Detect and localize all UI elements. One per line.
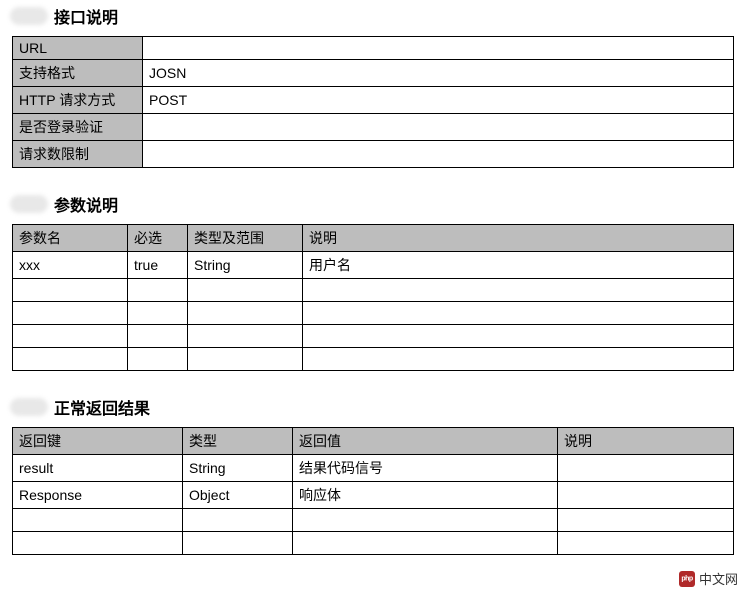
row-key: HTTP 请求方式 (13, 87, 143, 114)
cell-type (188, 302, 303, 325)
section-number-icon (10, 195, 48, 213)
col-return-value: 返回值 (293, 428, 558, 455)
row-value: POST (143, 87, 734, 114)
cell-type (188, 325, 303, 348)
cell-value: 响应体 (293, 482, 558, 509)
table-row: HTTP 请求方式 POST (13, 87, 734, 114)
cell-desc (303, 325, 734, 348)
row-key: 请求数限制 (13, 141, 143, 168)
row-value (143, 114, 734, 141)
col-param-name: 参数名 (13, 225, 128, 252)
cell-type: String (183, 455, 293, 482)
cell-type (188, 348, 303, 371)
section-header: 正常返回结果 (0, 391, 746, 427)
cell-desc (303, 348, 734, 371)
col-type-range: 类型及范围 (188, 225, 303, 252)
cell-required: true (128, 252, 188, 279)
row-value: JOSN (143, 60, 734, 87)
cell-desc (303, 279, 734, 302)
cell-required (128, 279, 188, 302)
watermark-text: 中文网 (699, 569, 738, 588)
cell-name (13, 279, 128, 302)
table-row (13, 348, 734, 371)
table-row (13, 532, 734, 555)
row-key: 是否登录验证 (13, 114, 143, 141)
section-parameters: 参数说明 参数名 必选 类型及范围 说明 xxx true String 用户名 (0, 188, 746, 371)
cell-value (293, 532, 558, 555)
cell-type (188, 279, 303, 302)
cell-key: result (13, 455, 183, 482)
cell-type (183, 509, 293, 532)
col-description: 说明 (303, 225, 734, 252)
cell-desc: 用户名 (303, 252, 734, 279)
params-table: 参数名 必选 类型及范围 说明 xxx true String 用户名 (12, 224, 734, 371)
col-description: 说明 (558, 428, 734, 455)
php-logo-icon (679, 571, 695, 587)
cell-required (128, 348, 188, 371)
table-row (13, 302, 734, 325)
table-row (13, 279, 734, 302)
api-table: URL 支持格式 JOSN HTTP 请求方式 POST 是否登录验证 请求数限… (12, 36, 734, 168)
col-type: 类型 (183, 428, 293, 455)
table-row: result String 结果代码信号 (13, 455, 734, 482)
table-row: xxx true String 用户名 (13, 252, 734, 279)
table-row (13, 325, 734, 348)
cell-key (13, 509, 183, 532)
cell-key: Response (13, 482, 183, 509)
cell-desc (303, 302, 734, 325)
cell-desc (558, 482, 734, 509)
cell-desc (558, 455, 734, 482)
cell-required (128, 325, 188, 348)
table-header-row: 参数名 必选 类型及范围 说明 (13, 225, 734, 252)
section-title: 接口说明 (54, 4, 118, 28)
cell-type: String (188, 252, 303, 279)
section-api-description: 接口说明 URL 支持格式 JOSN HTTP 请求方式 POST 是否登录验证… (0, 0, 746, 168)
row-value (143, 141, 734, 168)
col-return-key: 返回键 (13, 428, 183, 455)
cell-key (13, 532, 183, 555)
cell-name: xxx (13, 252, 128, 279)
row-value (143, 37, 734, 60)
cell-type: Object (183, 482, 293, 509)
table-row: Response Object 响应体 (13, 482, 734, 509)
section-title: 正常返回结果 (54, 395, 150, 419)
watermark: 中文网 (677, 568, 740, 589)
section-title: 参数说明 (54, 192, 118, 216)
section-number-icon (10, 398, 48, 416)
row-key: URL (13, 37, 143, 60)
table-row: URL (13, 37, 734, 60)
cell-name (13, 302, 128, 325)
table-row: 请求数限制 (13, 141, 734, 168)
cell-desc (558, 532, 734, 555)
row-key: 支持格式 (13, 60, 143, 87)
table-row: 支持格式 JOSN (13, 60, 734, 87)
table-row (13, 509, 734, 532)
cell-desc (558, 509, 734, 532)
section-number-icon (10, 7, 48, 25)
cell-required (128, 302, 188, 325)
cell-type (183, 532, 293, 555)
section-header: 参数说明 (0, 188, 746, 224)
cell-name (13, 348, 128, 371)
col-required: 必选 (128, 225, 188, 252)
cell-value (293, 509, 558, 532)
cell-value: 结果代码信号 (293, 455, 558, 482)
returns-table: 返回键 类型 返回值 说明 result String 结果代码信号 Respo… (12, 427, 734, 555)
table-header-row: 返回键 类型 返回值 说明 (13, 428, 734, 455)
section-return-result: 正常返回结果 返回键 类型 返回值 说明 result String 结果代码信… (0, 391, 746, 555)
table-row: 是否登录验证 (13, 114, 734, 141)
section-header: 接口说明 (0, 0, 746, 36)
cell-name (13, 325, 128, 348)
